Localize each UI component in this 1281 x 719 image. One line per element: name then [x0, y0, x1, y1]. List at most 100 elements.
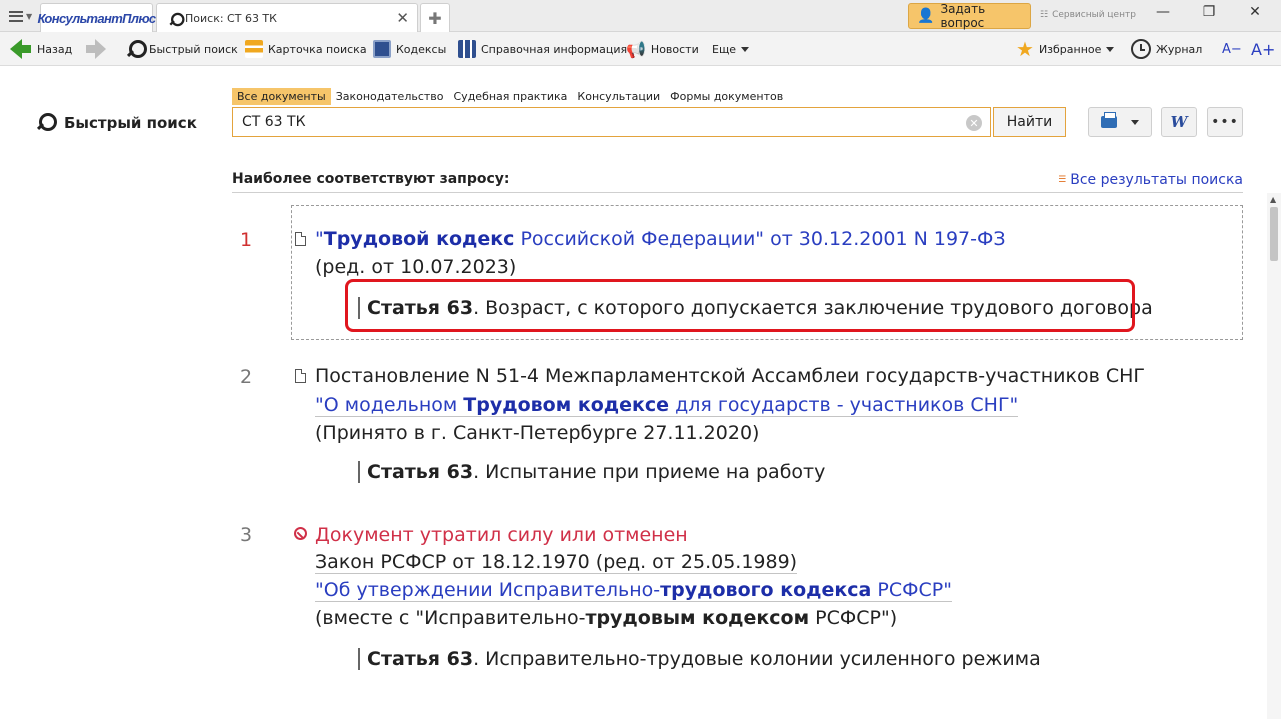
close-tab-icon[interactable]: ✕	[396, 9, 409, 27]
more-menu[interactable]: Еще	[712, 37, 750, 61]
highlight-annotation	[345, 279, 1135, 332]
history-icon	[1131, 39, 1151, 59]
article-link[interactable]: Статья 63. Исправительно-трудовые колони…	[358, 648, 1041, 670]
document-icon	[295, 232, 306, 246]
tab-title: Поиск: СТ 63 ТК	[185, 11, 277, 25]
result-title-link[interactable]: "Трудовой кодекс Российской Федерации" о…	[315, 228, 1006, 250]
chevron-down-icon	[1131, 119, 1139, 125]
clear-search-icon[interactable]: ✕	[966, 115, 982, 131]
note-part: РСФСР")	[809, 607, 898, 629]
consultant-icon: 👤	[917, 8, 935, 24]
results-header: Наиболее соответствуют запросу: ☰ Все ре…	[232, 171, 1243, 193]
back-button[interactable]: Назад	[10, 37, 72, 61]
font-smaller-label: A−	[1222, 41, 1242, 57]
search-query: СТ 63 ТК	[242, 114, 306, 130]
close-window-button[interactable]: ✕	[1240, 4, 1270, 20]
arrow-right-icon	[84, 39, 106, 59]
ask-question-label: Задать вопрос	[940, 2, 986, 30]
favorites-menu[interactable]: ★ Избранное	[1016, 37, 1115, 61]
article-number: Статья 63	[367, 461, 474, 483]
export-word-button[interactable]: W	[1161, 107, 1197, 137]
back-label: Назад	[37, 42, 73, 56]
books-icon	[458, 40, 476, 58]
search-icon	[36, 113, 57, 133]
article-title: . Исправительно-трудовые колонии усиленн…	[473, 648, 1041, 670]
toolbar: Назад Быстрый поиск Карточка поиска Коде…	[0, 32, 1281, 66]
font-larger-button[interactable]: A+	[1251, 37, 1275, 61]
title-bar: ▼ КонсультантПлюс Поиск: СТ 63 ТК ✕ ✚ 👤 …	[0, 0, 1281, 32]
search-card-button[interactable]: Карточка поиска	[245, 37, 367, 61]
tab-brand[interactable]: КонсультантПлюс	[37, 3, 157, 32]
search-icon	[126, 40, 147, 58]
tab-consultations[interactable]: Консультации	[572, 88, 665, 105]
new-tab-button[interactable]: ✚	[420, 3, 450, 32]
all-results-label: Все результаты поиска	[1070, 172, 1243, 188]
result-note: (вместе с "Исправительно-трудовым кодекс…	[315, 607, 897, 629]
news-button[interactable]: 📢 Новости	[626, 37, 699, 61]
note-part: (вместе с "Исправительно-	[315, 607, 586, 629]
brand-logo: КонсультантПлюс	[37, 10, 157, 26]
result-number: 2	[240, 366, 253, 388]
result-doc-type[interactable]: Закон РСФСР от 18.12.1970 (ред. от 25.05…	[315, 551, 798, 574]
repealed-status: Документ утратил силу или отменен	[315, 524, 688, 546]
note-match: трудовым кодексом	[585, 607, 810, 629]
article-link[interactable]: Статья 63. Испытание при приеме на работ…	[358, 461, 825, 483]
article-number: Статья 63	[367, 648, 474, 670]
printer-icon	[1101, 112, 1117, 128]
reference-label: Справочная информация	[481, 42, 628, 56]
service-center-label: Сервисный центр	[1052, 10, 1136, 20]
title-match: трудового кодекса	[660, 579, 872, 601]
quick-search-heading: Быстрый поиск	[36, 113, 197, 133]
search-card-icon	[245, 40, 263, 58]
reference-button[interactable]: Справочная информация	[458, 37, 627, 61]
font-smaller-button[interactable]: A−	[1222, 37, 1242, 61]
ask-question-button[interactable]: 👤 Задать вопрос	[908, 2, 1031, 30]
forward-button[interactable]	[84, 37, 106, 61]
article-title: . Испытание при приеме на работу	[473, 461, 826, 483]
codes-book-icon	[373, 40, 391, 58]
restore-button[interactable]: ❐	[1194, 4, 1224, 20]
service-center-link[interactable]: ☷ Сервисный центр	[1040, 10, 1136, 20]
result-number: 3	[240, 524, 253, 546]
title-part: "Об утверждении Исправительно-	[315, 579, 661, 601]
star-icon: ★	[1016, 37, 1034, 61]
service-icon: ☷	[1040, 10, 1049, 20]
favorites-label: Избранное	[1038, 42, 1102, 56]
all-results-link[interactable]: ☰ Все результаты поиска	[1058, 172, 1243, 188]
plus-icon: ✚	[428, 8, 442, 28]
title-part: Российской Федерации" от 30.12.2001 N 19…	[514, 228, 1006, 250]
title-match: Трудовом кодексе	[463, 394, 670, 416]
find-button[interactable]: Найти	[993, 107, 1066, 137]
result-title-link[interactable]: "Об утверждении Исправительно-трудового …	[315, 579, 952, 602]
scroll-up-icon[interactable]: ▲	[1270, 195, 1276, 204]
print-button[interactable]	[1088, 107, 1152, 137]
tab-legislation[interactable]: Законодательство	[331, 88, 449, 105]
scroll-thumb[interactable]	[1270, 207, 1278, 261]
tab-court-practice[interactable]: Судебная практика	[449, 88, 573, 105]
tab-all-documents[interactable]: Все документы	[232, 88, 331, 105]
word-icon: W	[1170, 113, 1188, 131]
title-part: "	[315, 228, 324, 250]
minimize-button[interactable]: —	[1148, 4, 1178, 20]
megaphone-icon: 📢	[626, 39, 646, 59]
codes-button[interactable]: Кодексы	[373, 37, 446, 61]
main-menu-button[interactable]: ▼	[4, 6, 38, 26]
tab-search[interactable]: Поиск: СТ 63 ТК ✕	[156, 3, 418, 32]
tab-document-forms[interactable]: Формы документов	[665, 88, 788, 105]
journal-button[interactable]: Журнал	[1131, 37, 1202, 61]
result-edition: (ред. от 10.07.2023)	[315, 256, 517, 278]
result-number: 1	[240, 229, 253, 251]
quick-search-button[interactable]: Быстрый поиск	[126, 37, 238, 61]
result-note: (Принято в г. Санкт-Петербурге 27.11.202…	[315, 422, 760, 444]
results-scrollbar[interactable]: ▲	[1267, 193, 1281, 719]
search-input[interactable]: СТ 63 ТК ✕	[232, 107, 991, 137]
title-part: РСФСР"	[871, 579, 952, 601]
results-heading: Наиболее соответствуют запросу:	[232, 171, 510, 187]
result-title-link[interactable]: "О модельном Трудовом кодексе для госуда…	[315, 394, 1019, 417]
codes-label: Кодексы	[396, 42, 447, 56]
document-icon	[295, 369, 306, 383]
more-actions-button[interactable]: •••	[1207, 107, 1243, 137]
more-label: Еще	[712, 42, 737, 56]
result-doc-type: Постановление N 51-4 Межпарламентской Ас…	[315, 365, 1146, 387]
journal-label: Журнал	[1156, 42, 1203, 56]
